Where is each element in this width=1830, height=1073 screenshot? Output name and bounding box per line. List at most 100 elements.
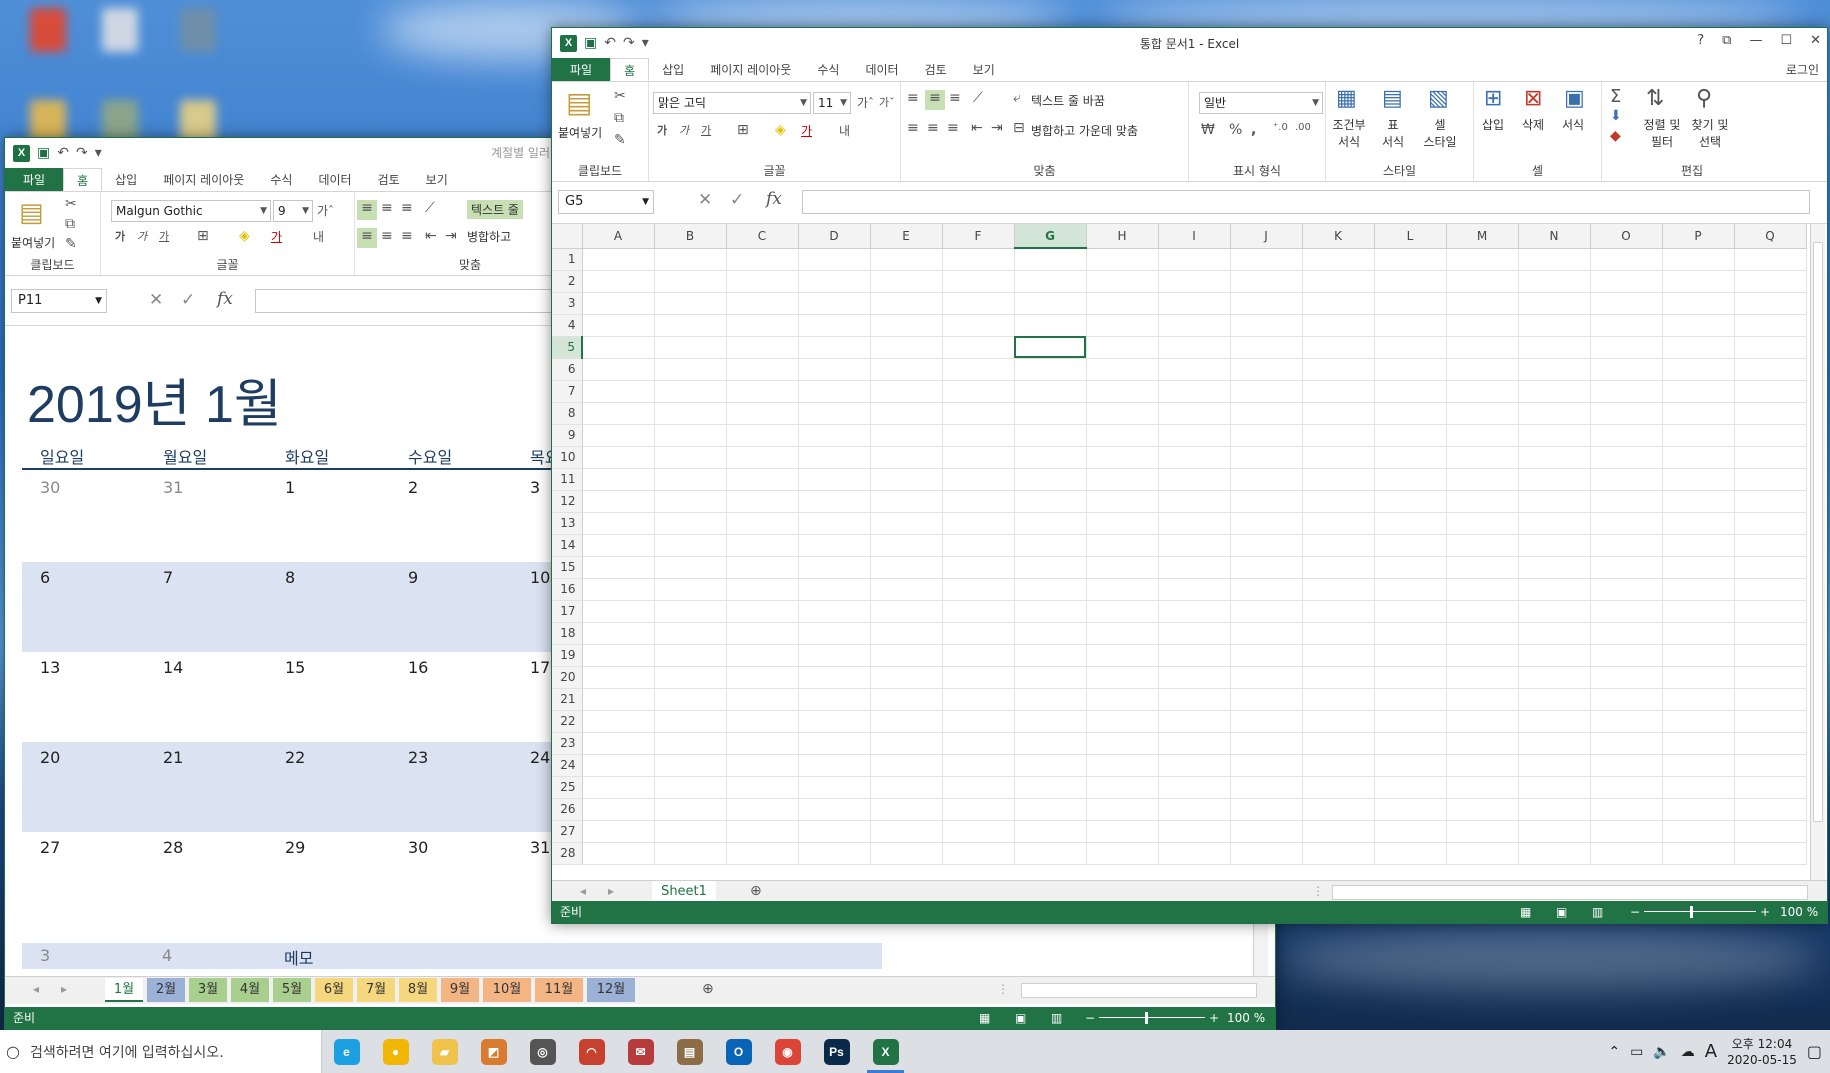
cell[interactable] <box>582 270 655 293</box>
cell[interactable] <box>1734 248 1807 271</box>
cell[interactable] <box>1302 314 1375 337</box>
cell[interactable] <box>582 534 655 557</box>
cell[interactable] <box>870 644 943 667</box>
cell[interactable] <box>1590 512 1663 535</box>
cell[interactable] <box>942 798 1015 821</box>
wrap-text-button[interactable]: 텍스트 줄 <box>467 200 523 219</box>
cell[interactable] <box>582 336 655 359</box>
cell[interactable] <box>1518 534 1591 557</box>
cell[interactable] <box>1374 380 1447 403</box>
cell[interactable] <box>1662 512 1735 535</box>
cell[interactable] <box>1446 820 1519 843</box>
chevron-up-icon[interactable]: ⌃ <box>1608 1044 1620 1060</box>
cell[interactable] <box>1302 556 1375 579</box>
cell[interactable] <box>1374 666 1447 689</box>
cell[interactable] <box>1590 776 1663 799</box>
cell[interactable] <box>1086 578 1159 601</box>
cell[interactable] <box>1014 776 1087 799</box>
cell[interactable] <box>1374 600 1447 623</box>
cell[interactable] <box>1518 292 1591 315</box>
grow-font-icon[interactable]: 가ˆ <box>317 202 334 219</box>
column-header[interactable]: L <box>1374 224 1447 249</box>
cell[interactable] <box>1446 622 1519 645</box>
tab-5[interactable]: 데이터 <box>305 168 364 191</box>
cut-icon[interactable]: ✂ <box>65 196 77 212</box>
cell[interactable] <box>726 512 799 535</box>
cell[interactable] <box>1086 622 1159 645</box>
cell[interactable] <box>1230 468 1303 491</box>
cell[interactable] <box>1590 820 1663 843</box>
cell[interactable] <box>1302 776 1375 799</box>
cell[interactable] <box>1302 578 1375 601</box>
row-header[interactable]: 18 <box>552 622 583 645</box>
row-header[interactable]: 5 <box>552 336 583 359</box>
date-cell[interactable]: 4 <box>162 946 172 965</box>
cell[interactable] <box>1374 578 1447 601</box>
cell[interactable] <box>1158 314 1231 337</box>
cell[interactable] <box>942 512 1015 535</box>
date-cell[interactable]: 10 <box>530 568 550 587</box>
date-cell[interactable]: 21 <box>163 748 183 767</box>
cell[interactable] <box>1734 600 1807 623</box>
cell[interactable] <box>582 666 655 689</box>
taskbar-sticky-app-button[interactable]: ◩ <box>469 1030 518 1073</box>
formula-input[interactable] <box>802 190 1810 214</box>
fill-icon[interactable]: ⬇ <box>1610 108 1622 124</box>
cell[interactable] <box>1302 820 1375 843</box>
cell[interactable] <box>1014 292 1087 315</box>
taskbar-chrome-button[interactable]: ◉ <box>763 1030 812 1073</box>
copy-icon[interactable]: ⧉ <box>614 110 624 126</box>
cell[interactable] <box>1014 842 1087 865</box>
cell[interactable] <box>1734 468 1807 491</box>
cell[interactable] <box>1374 556 1447 579</box>
cell[interactable] <box>942 644 1015 667</box>
cell[interactable] <box>1446 270 1519 293</box>
cell[interactable] <box>1086 424 1159 447</box>
cell[interactable] <box>1158 556 1231 579</box>
cell[interactable] <box>1086 666 1159 689</box>
cell[interactable] <box>1230 424 1303 447</box>
cell[interactable] <box>726 402 799 425</box>
bold-icon[interactable]: 가 <box>657 122 667 138</box>
date-cell[interactable]: 31 <box>163 478 183 497</box>
cell[interactable] <box>1086 732 1159 755</box>
cell[interactable] <box>1662 534 1735 557</box>
sheet-tab[interactable]: 6월 <box>315 978 353 1002</box>
cell[interactable] <box>1518 336 1591 359</box>
cell[interactable] <box>1446 754 1519 777</box>
name-box[interactable]: G5 ▼ <box>558 190 654 214</box>
cell[interactable] <box>942 380 1015 403</box>
cell[interactable] <box>726 732 799 755</box>
cell[interactable] <box>1014 710 1087 733</box>
cell[interactable] <box>1734 380 1807 403</box>
row-header[interactable]: 13 <box>552 512 583 535</box>
cell[interactable] <box>1230 402 1303 425</box>
cell[interactable] <box>1374 270 1447 293</box>
font-name-combo[interactable]: 맑은 고딕 ▼ <box>653 92 811 114</box>
cell[interactable] <box>798 578 871 601</box>
cell[interactable] <box>1662 556 1735 579</box>
cell[interactable] <box>1158 292 1231 315</box>
cell[interactable] <box>1518 710 1591 733</box>
cell[interactable] <box>1734 842 1807 865</box>
cell[interactable] <box>654 600 727 623</box>
cell[interactable] <box>1230 776 1303 799</box>
cell[interactable] <box>942 424 1015 447</box>
align-left-icon[interactable]: ≡ <box>357 228 377 248</box>
date-cell[interactable]: 6 <box>40 568 50 587</box>
cell[interactable] <box>1374 512 1447 535</box>
cell[interactable] <box>1086 314 1159 337</box>
cell[interactable] <box>798 380 871 403</box>
redo-icon[interactable]: ↷ <box>623 35 635 51</box>
cell[interactable] <box>1590 468 1663 491</box>
login-link[interactable]: 로그인 <box>1778 58 1827 81</box>
cell[interactable] <box>582 248 655 271</box>
date-cell[interactable]: 13 <box>40 658 60 677</box>
align-left-icon[interactable]: ≡ <box>907 120 919 136</box>
cell[interactable] <box>1086 358 1159 381</box>
row-header[interactable]: 15 <box>552 556 583 579</box>
date-cell[interactable]: 27 <box>40 838 60 857</box>
cell[interactable] <box>1446 732 1519 755</box>
cell[interactable] <box>1374 358 1447 381</box>
cell[interactable] <box>1446 490 1519 513</box>
